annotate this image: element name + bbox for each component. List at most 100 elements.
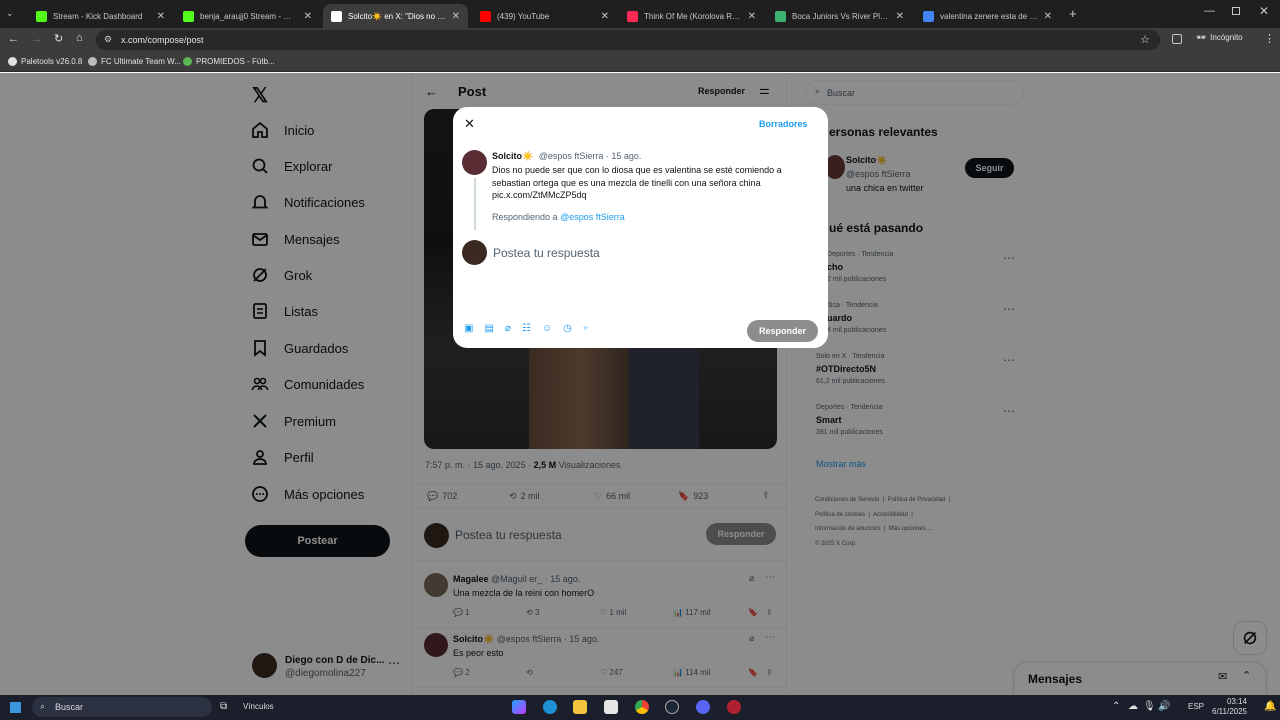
tab-favicon-icon <box>775 10 786 22</box>
avatar <box>462 240 487 265</box>
bookmark-paletools[interactable]: Paletools v26.0.8 <box>8 57 82 66</box>
quoted-tweet-text: Dios no puede ser que con lo diosa que e… <box>492 165 782 200</box>
tab-favicon-icon <box>923 10 934 22</box>
quoted-tweet-header: Solcito☀️ @espos ftSierra · 15 ago. <box>492 151 641 162</box>
windows-taskbar: ⌕ Buscar ⧉ Vínculos ⌃ ☁ 🎙 🔊 ESP 03:14 6/… <box>0 695 1280 720</box>
bookmark-label: FC Ultimate Team W... <box>101 57 181 66</box>
tab-title: benja_araujj0 Stream - Watch Li <box>200 11 298 21</box>
tab-close-icon[interactable]: ✕ <box>452 11 460 22</box>
tab-title: Think Of Me (Korolova Rem <box>644 11 742 21</box>
network-icon[interactable]: ☁ <box>1128 701 1138 712</box>
browser-tab-strip: ⌄ Stream - Kick Dashboard ✕ benja_araujj0 … <box>0 0 1280 28</box>
tab-close-icon[interactable]: ✕ <box>1044 11 1052 22</box>
file-explorer-icon[interactable] <box>573 700 587 714</box>
notification-bell-icon[interactable]: 🔔 <box>1264 701 1276 712</box>
chrome-icon[interactable] <box>635 700 649 714</box>
replying-to: Respondiendo a @espos ftSierra <box>492 212 625 222</box>
image-icon[interactable]: ▣ <box>464 323 473 334</box>
replying-to-handle[interactable]: @espos ftSierra <box>560 212 625 222</box>
browser-tab[interactable]: Think Of Me (Korolova Rem ✕ <box>619 4 764 28</box>
globe-icon <box>88 57 97 66</box>
incognito-badge[interactable]: 🕶 Incógnito <box>1196 33 1243 42</box>
home-icon[interactable]: ⌂ <box>76 32 83 44</box>
tab-close-icon[interactable]: ✕ <box>601 11 609 22</box>
tab-close-icon[interactable]: ✕ <box>748 11 756 22</box>
browser-tab[interactable]: Solcito☀️ en X: "Dios no pued ✕ <box>323 4 468 28</box>
task-view-icon[interactable]: ⧉ <box>220 701 227 712</box>
clock-date: 6/11/2025 <box>1212 707 1247 716</box>
store-icon[interactable] <box>604 700 618 714</box>
tab-favicon-icon <box>480 10 491 22</box>
bookmark-star-icon[interactable]: ☆ <box>1140 33 1150 46</box>
edge-icon[interactable] <box>543 700 557 714</box>
close-icon[interactable]: ✕ <box>464 116 475 132</box>
language-indicator[interactable]: ESP <box>1188 702 1204 711</box>
modal-reply-button[interactable]: Responder <box>747 320 818 342</box>
browser-menu-icon[interactable]: ⋮ <box>1264 32 1275 45</box>
browser-toolbar: ← → ↻ ⌂ ⚙ x.com/compose/post ☆ 🕶 Incógnit… <box>0 28 1280 52</box>
tweet-author-name: Solcito☀️ <box>492 151 534 161</box>
copilot-icon[interactable] <box>512 700 526 714</box>
bookmark-icon <box>8 57 17 66</box>
tab-close-icon[interactable]: ✕ <box>896 11 904 22</box>
reload-icon[interactable]: ↻ <box>54 32 63 45</box>
promiedos-icon <box>183 57 192 66</box>
bookmark-fc-ultimate[interactable]: FC Ultimate Team W... <box>88 57 181 66</box>
tab-close-icon[interactable]: ✕ <box>157 11 165 22</box>
drafts-link[interactable]: Borradores <box>759 119 808 129</box>
minimize-button[interactable]: — <box>1204 5 1215 17</box>
tray-overflow-icon[interactable]: ⌃ <box>1112 701 1120 712</box>
incognito-label: Incógnito <box>1210 33 1243 42</box>
tab-title: valentina zenere esta de novia <box>940 11 1038 21</box>
bookmark-promiedos[interactable]: PROMIEDOS - Fútb... <box>183 57 275 66</box>
bookmarks-bar: Paletools v26.0.8 FC Ultimate Team W... … <box>0 52 1280 72</box>
tab-title: Boca Juniors Vs River Plate - Re <box>792 11 890 21</box>
bookmark-label: Paletools v26.0.8 <box>21 57 83 66</box>
windows-start-icon[interactable] <box>10 702 21 713</box>
close-window-button[interactable]: ✕ <box>1259 4 1269 18</box>
clock[interactable]: 03:14 6/11/2025 <box>1212 697 1247 717</box>
tab-favicon-icon <box>183 10 194 22</box>
taskbar-links-label[interactable]: Vínculos <box>243 702 274 711</box>
grok-icon[interactable]: ⌀ <box>505 323 511 334</box>
thread-line <box>474 178 476 230</box>
tab-title: Solcito☀️ en X: "Dios no pued <box>348 11 446 21</box>
browser-tab[interactable]: (439) YouTube ✕ <box>472 4 617 28</box>
tab-favicon-icon <box>36 10 47 22</box>
tab-title: Stream - Kick Dashboard <box>53 11 143 21</box>
browser-tab[interactable]: valentina zenere esta de novia ✕ <box>915 4 1060 28</box>
site-info-icon[interactable]: ⚙ <box>104 34 112 45</box>
location-icon[interactable]: ⌖ <box>583 323 589 334</box>
back-icon[interactable]: ← <box>8 33 19 45</box>
avatar <box>462 150 487 175</box>
maximize-button[interactable] <box>1232 7 1240 15</box>
incognito-icon: 🕶 <box>1196 33 1207 42</box>
browser-tab[interactable]: Stream - Kick Dashboard ✕ <box>28 4 173 28</box>
reply-modal: ✕ Borradores Solcito☀️ @espos ftSierra ·… <box>453 107 828 348</box>
new-tab-button[interactable]: + <box>1069 6 1077 21</box>
tab-close-icon[interactable]: ✕ <box>304 11 312 22</box>
poll-icon[interactable]: ☷ <box>522 323 531 334</box>
address-bar[interactable]: ⚙ x.com/compose/post ☆ <box>96 30 1160 50</box>
volume-icon[interactable]: 🔊 <box>1158 701 1170 712</box>
tab-search-button[interactable]: ⌄ <box>6 8 18 20</box>
tab-favicon-icon <box>627 10 638 22</box>
taskbar-search-label: Buscar <box>55 702 84 712</box>
search-icon: ⌕ <box>40 701 46 711</box>
schedule-icon[interactable]: ◷ <box>563 323 572 334</box>
reply-textarea[interactable]: Postea tu respuesta <box>493 246 600 260</box>
forward-icon[interactable]: → <box>31 33 42 45</box>
taskbar-search[interactable]: ⌕ Buscar <box>32 697 212 717</box>
steam-icon[interactable] <box>665 700 679 714</box>
tab-favicon-icon <box>331 10 342 22</box>
bookmark-label: PROMIEDOS - Fútb... <box>196 57 275 66</box>
side-panel-icon[interactable] <box>1172 34 1182 44</box>
browser-tab[interactable]: benja_araujj0 Stream - Watch Li ✕ <box>175 4 320 28</box>
app-icon[interactable] <box>727 700 741 714</box>
emoji-icon[interactable]: ☺ <box>542 323 552 334</box>
browser-tab[interactable]: Boca Juniors Vs River Plate - Re ✕ <box>767 4 912 28</box>
discord-icon[interactable] <box>696 700 710 714</box>
tweet-author-handle: @espos ftSierra · 15 ago. <box>538 151 642 161</box>
gif-icon[interactable]: ▤ <box>484 323 493 334</box>
mic-icon[interactable]: 🎙 <box>1143 701 1156 712</box>
